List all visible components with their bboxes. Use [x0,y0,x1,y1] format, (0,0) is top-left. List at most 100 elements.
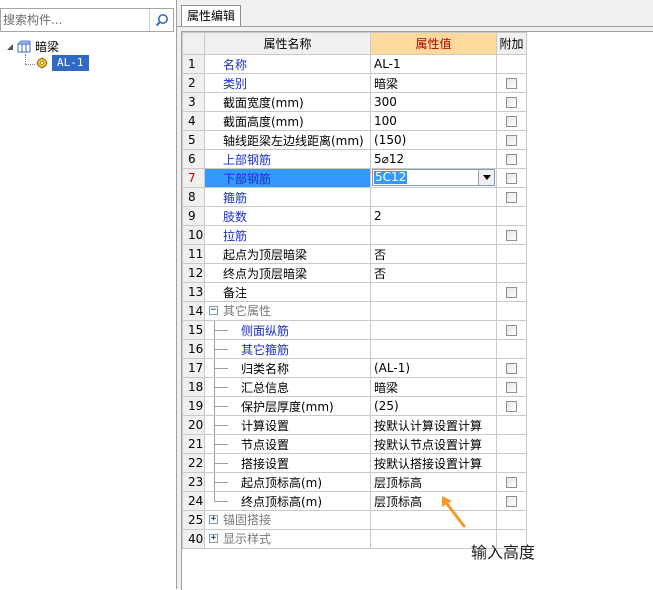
table-row[interactable]: 22 搭接设置 按默认搭接设置计算 [182,453,527,473]
property-value-cell[interactable]: (150) [370,130,497,150]
property-name-cell[interactable]: 下部钢筋 [204,168,371,188]
property-value-cell[interactable]: 按默认搭接设置计算 [370,453,497,473]
table-row[interactable]: 15 侧面纵筋 [182,320,527,340]
property-name-cell[interactable]: 备注 [204,282,371,302]
property-name-cell[interactable]: 计算设置 [204,415,371,435]
property-value-cell[interactable] [370,301,497,321]
property-value-cell[interactable]: 5C12 [370,168,497,188]
table-row[interactable]: 17 归类名称 (AL-1) [182,358,527,378]
table-row[interactable]: 16 其它箍筋 [182,339,527,359]
table-row[interactable]: 9 肢数 2 [182,206,527,226]
collapse-minus-icon[interactable]: − [209,306,218,315]
search-input[interactable] [1,9,149,31]
property-name-cell[interactable]: 其它箍筋 [204,339,371,359]
additional-checkbox[interactable] [506,496,517,507]
row-number[interactable]: 6 [182,149,205,169]
property-name-cell[interactable]: 起点顶标高(m) [204,472,371,492]
property-name-cell[interactable]: + 显示样式 [204,529,371,549]
additional-cell[interactable] [496,396,527,416]
row-number[interactable]: 9 [182,206,205,226]
table-row[interactable]: 18 汇总信息 暗梁 [182,377,527,397]
table-row[interactable]: 2 类别 暗梁 [182,73,527,93]
additional-checkbox[interactable] [506,325,517,336]
table-row[interactable]: 5 轴线距梁左边线距离(mm) (150) [182,130,527,150]
row-number[interactable]: 20 [182,415,205,435]
property-value-cell[interactable]: (25) [370,396,497,416]
table-row[interactable]: 1 名称 AL-1 [182,54,527,74]
additional-cell[interactable] [496,130,527,150]
additional-checkbox[interactable] [506,135,517,146]
additional-checkbox[interactable] [506,401,517,412]
additional-checkbox[interactable] [506,97,517,108]
property-value-cell[interactable]: (AL-1) [370,358,497,378]
property-value-cell[interactable] [370,339,497,359]
collapse-triangle-icon[interactable] [6,43,14,51]
table-row[interactable]: 25 + 锚固搭接 [182,510,527,530]
row-number[interactable]: 16 [182,339,205,359]
property-value-cell[interactable]: 层顶标高 [370,472,497,492]
row-number[interactable]: 21 [182,434,205,454]
table-row[interactable]: 3 截面宽度(mm) 300 [182,92,527,112]
additional-checkbox[interactable] [506,116,517,127]
dropdown-button[interactable] [478,170,494,185]
additional-checkbox[interactable] [506,192,517,203]
row-number[interactable]: 7 [182,168,205,188]
table-row[interactable]: 13 备注 [182,282,527,302]
table-row[interactable]: 23 起点顶标高(m) 层顶标高 [182,472,527,492]
row-number[interactable]: 11 [182,244,205,264]
header-property-name[interactable]: 属性名称 [204,32,371,55]
property-name-cell[interactable]: 类别 [204,73,371,93]
row-number[interactable]: 1 [182,54,205,74]
property-name-cell[interactable]: 肢数 [204,206,371,226]
additional-checkbox[interactable] [506,78,517,89]
additional-checkbox[interactable] [506,287,517,298]
property-name-cell[interactable]: 上部钢筋 [204,149,371,169]
row-number[interactable]: 10 [182,225,205,245]
row-number[interactable]: 8 [182,187,205,207]
table-row[interactable]: 11 起点为顶层暗梁 否 [182,244,527,264]
property-value-cell[interactable] [370,225,497,245]
additional-checkbox[interactable] [506,154,517,165]
row-number[interactable]: 4 [182,111,205,131]
additional-cell[interactable] [496,320,527,340]
property-value-cell[interactable]: 按默认节点设置计算 [370,434,497,454]
property-name-cell[interactable]: 保护层厚度(mm) [204,396,371,416]
additional-cell[interactable] [496,149,527,169]
property-name-cell[interactable]: 箍筋 [204,187,371,207]
row-number[interactable]: 25 [182,510,205,530]
additional-cell[interactable] [496,282,527,302]
property-value-cell[interactable]: 5⌀12 [370,149,497,169]
table-row[interactable]: 21 节点设置 按默认节点设置计算 [182,434,527,454]
additional-cell[interactable] [496,111,527,131]
additional-cell[interactable] [496,92,527,112]
table-row[interactable]: 8 箍筋 [182,187,527,207]
row-number[interactable]: 18 [182,377,205,397]
property-name-cell[interactable]: 截面高度(mm) [204,111,371,131]
tree-node-al-1[interactable]: AL-1 [52,55,89,71]
property-name-cell[interactable]: 归类名称 [204,358,371,378]
header-additional[interactable]: 附加 [496,32,527,55]
property-value-cell[interactable]: 100 [370,111,497,131]
property-name-cell[interactable]: 终点顶标高(m) [204,491,371,511]
row-number[interactable]: 19 [182,396,205,416]
property-name-cell[interactable]: 名称 [204,54,371,74]
additional-cell[interactable] [496,377,527,397]
table-row[interactable]: 4 截面高度(mm) 100 [182,111,527,131]
search-button[interactable] [149,9,173,31]
additional-checkbox[interactable] [506,382,517,393]
table-row[interactable]: 20 计算设置 按默认计算设置计算 [182,415,527,435]
property-value-cell[interactable] [370,187,497,207]
additional-checkbox[interactable] [506,477,517,488]
value-combo-box[interactable]: 5C12 [372,169,495,186]
row-number[interactable]: 22 [182,453,205,473]
property-name-cell[interactable]: 截面宽度(mm) [204,92,371,112]
property-value-cell[interactable]: 暗梁 [370,73,497,93]
value-combo-text[interactable]: 5C12 [374,171,408,184]
additional-checkbox[interactable] [506,173,517,184]
property-name-cell[interactable]: 搭接设置 [204,453,371,473]
row-number[interactable]: 23 [182,472,205,492]
expand-plus-icon[interactable]: + [209,534,218,543]
row-number[interactable]: 2 [182,73,205,93]
row-number[interactable]: 14 [182,301,205,321]
property-value-cell[interactable]: 按默认计算设置计算 [370,415,497,435]
